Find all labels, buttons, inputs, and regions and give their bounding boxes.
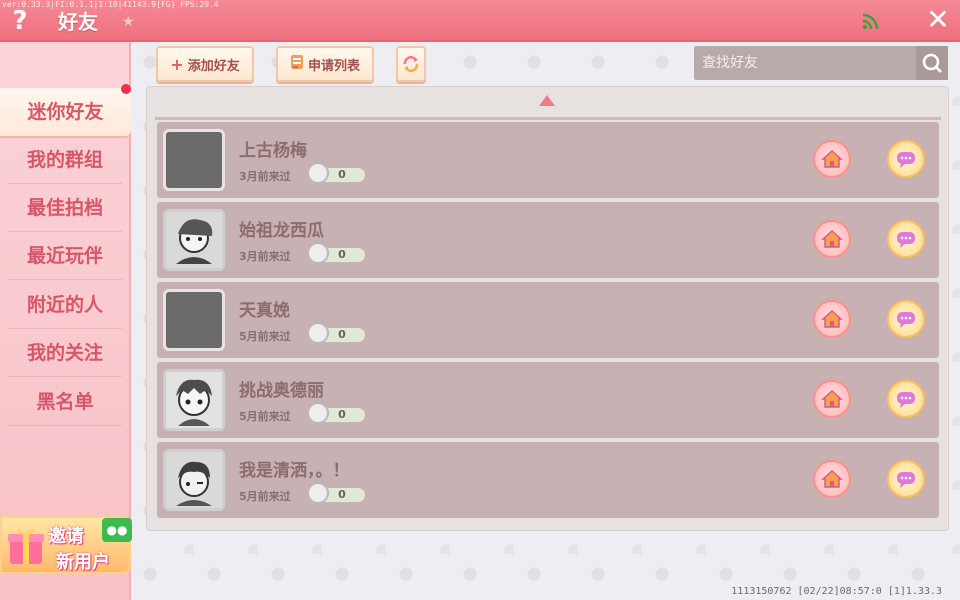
chat-bubble-icon bbox=[897, 232, 915, 248]
scroll-up-arrow-icon[interactable] bbox=[539, 95, 555, 106]
sidebar-item-nearby-people[interactable]: 附近的人 bbox=[8, 281, 122, 329]
invite-label-line2: 新用户 bbox=[56, 552, 110, 573]
search-box bbox=[694, 46, 948, 80]
chat-button[interactable] bbox=[887, 300, 925, 338]
visit-home-button[interactable] bbox=[813, 300, 851, 338]
search-button[interactable] bbox=[916, 46, 948, 80]
friend-name: 挑战奥德丽 bbox=[239, 381, 324, 401]
friend-row[interactable]: 我是清洒，。！ 5月前来过 0 bbox=[157, 442, 939, 518]
visit-home-button[interactable] bbox=[813, 220, 851, 258]
friend-row[interactable]: 上古杨梅 3月前来过 0 bbox=[157, 122, 939, 198]
sidebar-item-recent-players[interactable]: 最近玩伴 bbox=[8, 232, 122, 280]
request-list-button[interactable]: 申请列表 bbox=[276, 46, 374, 82]
last-visit-text: 3月前来过 bbox=[239, 170, 291, 183]
chat-button[interactable] bbox=[887, 220, 925, 258]
sidebar-item-blacklist[interactable]: 黑名单 bbox=[8, 378, 122, 426]
last-visit-text: 5月前来过 bbox=[239, 410, 291, 423]
search-icon bbox=[922, 53, 942, 73]
house-icon bbox=[821, 229, 843, 248]
friend-score: 0 bbox=[307, 322, 367, 346]
friend-name: 上古杨梅 bbox=[239, 141, 307, 161]
avatar-portrait-icon bbox=[166, 452, 222, 508]
score-gem-icon bbox=[307, 482, 329, 504]
friend-score: 0 bbox=[307, 482, 367, 506]
version-info: ver:0.33.3|FI:0.1.1|1:18|41143.9[FG] FPS… bbox=[2, 0, 219, 9]
chat-bubble-icon bbox=[897, 312, 915, 328]
friend-row[interactable]: 始祖龙西瓜 3月前来过 0 bbox=[157, 202, 939, 278]
score-gem-icon bbox=[307, 402, 329, 424]
score-gem-icon bbox=[307, 242, 329, 264]
sidebar-item-my-following[interactable]: 我的关注 bbox=[8, 329, 122, 377]
refresh-button[interactable] bbox=[396, 46, 426, 82]
chat-bubble-icon bbox=[897, 472, 915, 488]
chat-button[interactable] bbox=[887, 460, 925, 498]
add-friend-label: 添加好友 bbox=[187, 58, 240, 74]
request-list-label: 申请列表 bbox=[307, 58, 360, 74]
chat-button[interactable] bbox=[887, 140, 925, 178]
avatar bbox=[163, 449, 225, 511]
help-button[interactable]: ? bbox=[6, 6, 34, 36]
friend-name: 我是清洒，。！ bbox=[239, 461, 350, 481]
star-decoration-icon: ★ bbox=[122, 14, 135, 30]
friend-score: 0 bbox=[307, 242, 367, 266]
invite-new-user-banner[interactable]: 邀请 新用户 ●● bbox=[0, 516, 132, 574]
plus-icon: + bbox=[170, 54, 184, 74]
friend-score: 0 bbox=[307, 162, 367, 186]
sidebar-item-best-partner[interactable]: 最佳拍档 bbox=[8, 184, 122, 232]
friend-list-panel: 上古杨梅 3月前来过 0 始祖龙西瓜 3月前来过 0 天真娩 5月前来过 0 挑… bbox=[146, 86, 949, 531]
footer-info: 1113150762 [02/22]08:57:0 [1]1.33.3 bbox=[731, 586, 942, 597]
visit-home-button[interactable] bbox=[813, 380, 851, 418]
visit-home-button[interactable] bbox=[813, 140, 851, 178]
avatar-placeholder bbox=[163, 129, 225, 191]
wifi-signal-icon bbox=[862, 12, 880, 30]
house-icon bbox=[821, 149, 843, 168]
last-visit-text: 3月前来过 bbox=[239, 250, 291, 263]
notification-dot bbox=[121, 84, 131, 94]
score-gem-icon bbox=[307, 162, 329, 184]
avatar bbox=[163, 369, 225, 431]
sidebar-item-mini-friends[interactable]: 迷你好友 bbox=[0, 88, 131, 136]
house-icon bbox=[821, 309, 843, 328]
invite-label-line1: 邀请 bbox=[48, 526, 84, 547]
chat-button[interactable] bbox=[887, 380, 925, 418]
list-divider bbox=[155, 117, 941, 120]
chat-bubble-icon bbox=[897, 392, 915, 408]
house-icon bbox=[821, 389, 843, 408]
avatar-portrait-icon bbox=[166, 372, 222, 428]
search-input[interactable] bbox=[694, 46, 916, 80]
last-visit-text: 5月前来过 bbox=[239, 330, 291, 343]
close-button[interactable]: ✕ bbox=[922, 4, 954, 36]
house-icon bbox=[821, 469, 843, 488]
friend-row[interactable]: 天真娩 5月前来过 0 bbox=[157, 282, 939, 358]
score-gem-icon bbox=[307, 322, 329, 344]
friend-score: 0 bbox=[307, 402, 367, 426]
add-friend-button[interactable]: + 添加好友 bbox=[156, 46, 254, 82]
avatar-portrait-icon bbox=[166, 212, 222, 268]
avatar bbox=[163, 209, 225, 271]
friend-row[interactable]: 挑战奥德丽 5月前来过 0 bbox=[157, 362, 939, 438]
sidebar: 迷你好友 我的群组 最佳拍档 最近玩伴 附近的人 我的关注 黑名单 邀请 新用户… bbox=[0, 42, 132, 600]
sidebar-item-my-groups[interactable]: 我的群组 bbox=[8, 136, 122, 184]
avatar-placeholder bbox=[163, 289, 225, 351]
refresh-icon bbox=[403, 55, 419, 73]
visit-home-button[interactable] bbox=[813, 460, 851, 498]
last-visit-text: 5月前来过 bbox=[239, 490, 291, 503]
friend-name: 天真娩 bbox=[239, 301, 290, 321]
list-icon bbox=[290, 54, 304, 74]
header-bar: ver:0.33.3|FI:0.1.1|1:18|41143.9[FG] FPS… bbox=[0, 0, 960, 42]
page-title: 好友 bbox=[58, 10, 98, 34]
wechat-icon: ●● bbox=[102, 518, 132, 542]
chat-bubble-icon bbox=[897, 152, 915, 168]
friend-name: 始祖龙西瓜 bbox=[239, 221, 324, 241]
gift-box-icon bbox=[8, 529, 44, 564]
